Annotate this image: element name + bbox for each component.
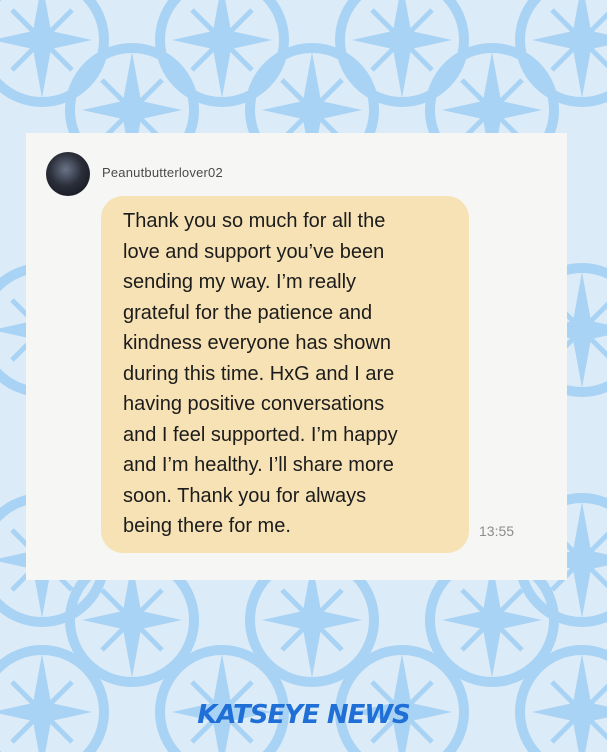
username[interactable]: Peanutbutterlover02 [102,165,223,180]
message-text: Thank you so much for all the love and s… [123,210,398,537]
message-card: Peanutbutterlover02 Thank you so much fo… [26,133,567,580]
message-bubble: Thank you so much for all the love and s… [101,196,469,553]
message-timestamp: 13:55 [479,523,515,539]
brand-logo: KATSEYE NEWS [197,700,411,730]
avatar[interactable] [46,152,90,196]
